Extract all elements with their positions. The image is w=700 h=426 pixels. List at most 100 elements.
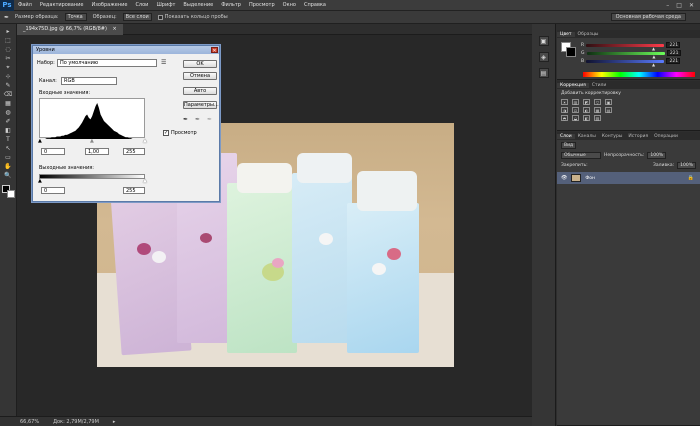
tool-icon[interactable]: ✎ <box>2 82 14 90</box>
tool-icon[interactable]: ⬚ <box>2 37 14 45</box>
tool-icon[interactable]: ✂ <box>2 55 14 63</box>
panel-tab[interactable]: Слои <box>557 133 575 139</box>
tool-icon[interactable]: ⌖ <box>2 64 14 72</box>
tool-icon[interactable]: 🔍 <box>2 172 14 180</box>
panel-tab[interactable]: Стили <box>589 83 610 88</box>
color-slider[interactable]: ▲ <box>586 59 665 67</box>
menu-item[interactable]: Изображение <box>87 2 131 8</box>
minimize-button[interactable]: – <box>666 2 669 9</box>
output-black-slider[interactable]: ▲ <box>38 179 42 184</box>
preset-select[interactable]: По умолчанию <box>57 59 157 67</box>
adjustment-icon[interactable]: ◧ <box>583 115 590 121</box>
workspace-button[interactable]: Основная рабочая среда <box>610 13 686 21</box>
visibility-eye-icon[interactable]: 👁 <box>561 175 567 181</box>
preset-menu-icon[interactable]: ☰ <box>161 59 166 66</box>
adjustment-icon[interactable]: ◐ <box>583 107 590 113</box>
tool-icon[interactable]: ↖ <box>2 145 14 153</box>
panel-tab[interactable]: Цвет <box>557 31 575 37</box>
menu-item[interactable]: Слои <box>131 2 152 8</box>
output-black-field[interactable]: 0 <box>41 187 65 194</box>
background-swatch[interactable] <box>6 190 15 198</box>
opacity-input[interactable]: 100% <box>647 151 667 159</box>
adjustment-icon[interactable]: ▦ <box>594 107 601 113</box>
panel-strip-icon[interactable]: ◈ <box>538 52 549 62</box>
color-swatches[interactable] <box>1 185 15 198</box>
menu-item[interactable]: Файл <box>14 2 36 8</box>
input-black-field[interactable]: 0 <box>41 148 65 155</box>
dialog-title-bar[interactable]: Уровни ✕ <box>33 46 219 54</box>
color-slider[interactable]: ▲ <box>586 43 665 51</box>
tool-icon[interactable]: ⊹ <box>2 73 14 81</box>
tool-icon[interactable]: ✋ <box>2 163 14 171</box>
menu-item[interactable]: Выделение <box>179 2 217 8</box>
tool-icon[interactable]: ◌ <box>2 46 14 54</box>
color-value-field[interactable]: 221 <box>666 50 681 56</box>
maximize-button[interactable]: □ <box>676 2 682 9</box>
color-spectrum[interactable] <box>583 72 695 77</box>
slider-knob[interactable]: ▲ <box>652 54 655 59</box>
tool-icon[interactable]: ✐ <box>2 118 14 126</box>
layer-row-background[interactable]: 👁 Фон 🔒 <box>557 172 700 184</box>
output-white-slider[interactable]: ▲ <box>143 179 147 184</box>
preview-checkbox[interactable]: ✓ <box>163 130 169 136</box>
zoom-level[interactable]: 66,67% <box>20 419 39 425</box>
adjustment-icon[interactable]: ☀ <box>561 99 568 105</box>
adjustment-icon[interactable]: ◒ <box>572 115 579 121</box>
adjustment-icon[interactable]: ▤ <box>605 107 612 113</box>
cancel-button[interactable]: Отмена <box>183 72 217 80</box>
status-menu-icon[interactable]: ▸ <box>113 419 116 425</box>
options-button[interactable]: Параметры... <box>183 101 219 109</box>
tool-icon[interactable]: T <box>2 136 14 144</box>
dialog-close-icon[interactable]: ✕ <box>211 47 218 54</box>
panel-tab[interactable]: Операции <box>651 134 681 139</box>
adjustment-icon[interactable]: ▣ <box>605 99 612 105</box>
white-point-slider[interactable]: ▲ <box>143 139 147 144</box>
panel-tab[interactable]: Каналы <box>575 134 599 139</box>
color-slider[interactable]: ▲ <box>586 51 665 59</box>
tool-icon[interactable]: ▦ <box>2 100 14 108</box>
menu-item[interactable]: Окно <box>279 2 300 8</box>
black-eyedropper-icon[interactable]: ✒ <box>183 116 188 123</box>
adjustment-icon[interactable]: ◓ <box>561 115 568 121</box>
slider-knob[interactable]: ▲ <box>652 62 655 67</box>
panel-tab[interactable]: Коррекция <box>557 82 589 88</box>
color-value-field[interactable]: 221 <box>666 42 681 48</box>
tab-close-icon[interactable]: × <box>113 26 117 32</box>
tool-icon[interactable]: ▸ <box>2 28 14 36</box>
color-value-field[interactable]: 221 <box>666 58 681 64</box>
slider-knob[interactable]: ▲ <box>652 46 655 51</box>
menu-item[interactable]: Шрифт <box>152 2 179 8</box>
panel-tab[interactable]: Контуры <box>599 134 626 139</box>
document-tab[interactable]: _194x75D.jpg @ 66,7% (RGB/8#) × <box>17 24 123 35</box>
white-eyedropper-icon[interactable]: ✒ <box>207 116 212 123</box>
adjustment-icon[interactable]: ▨ <box>594 115 601 121</box>
adjustment-icon[interactable]: ▽ <box>594 99 601 105</box>
tool-icon[interactable]: ◧ <box>2 127 14 135</box>
panel-tab[interactable]: История <box>625 134 651 139</box>
close-button[interactable]: ✕ <box>689 2 694 9</box>
adjustment-icon[interactable]: ⚖ <box>572 107 579 113</box>
tool-icon[interactable]: ⌫ <box>2 91 14 99</box>
input-white-field[interactable]: 255 <box>123 148 145 155</box>
black-point-slider[interactable]: ▲ <box>38 139 42 144</box>
adjustment-icon[interactable]: ◩ <box>583 99 590 105</box>
eyedropper-tool-icon[interactable]: ✒ <box>4 14 9 21</box>
tool-icon[interactable]: ◍ <box>2 109 14 117</box>
sample-size-select[interactable]: Точка <box>64 13 87 21</box>
auto-button[interactable]: Авто <box>183 87 217 95</box>
panel-tab[interactable]: Образцы <box>575 32 602 37</box>
tool-icon[interactable]: ▭ <box>2 154 14 162</box>
menu-item[interactable]: Просмотр <box>245 2 279 8</box>
ok-button[interactable]: OK <box>183 60 217 68</box>
menu-item[interactable]: Фильтр <box>217 2 245 8</box>
adjustment-icon[interactable]: ▥ <box>572 99 579 105</box>
channel-select[interactable]: RGB <box>61 77 117 85</box>
menu-item[interactable]: Редактирование <box>36 2 88 8</box>
kind-filter-select[interactable]: Вид <box>561 141 577 149</box>
panel-strip-icon[interactable]: ▣ <box>538 36 549 46</box>
adjustment-icon[interactable]: ◑ <box>561 107 568 113</box>
output-white-field[interactable]: 255 <box>123 187 145 194</box>
menu-item[interactable]: Справка <box>300 2 330 8</box>
gray-eyedropper-icon[interactable]: ✒ <box>195 116 200 123</box>
midtone-slider[interactable]: ▲ <box>90 139 94 144</box>
